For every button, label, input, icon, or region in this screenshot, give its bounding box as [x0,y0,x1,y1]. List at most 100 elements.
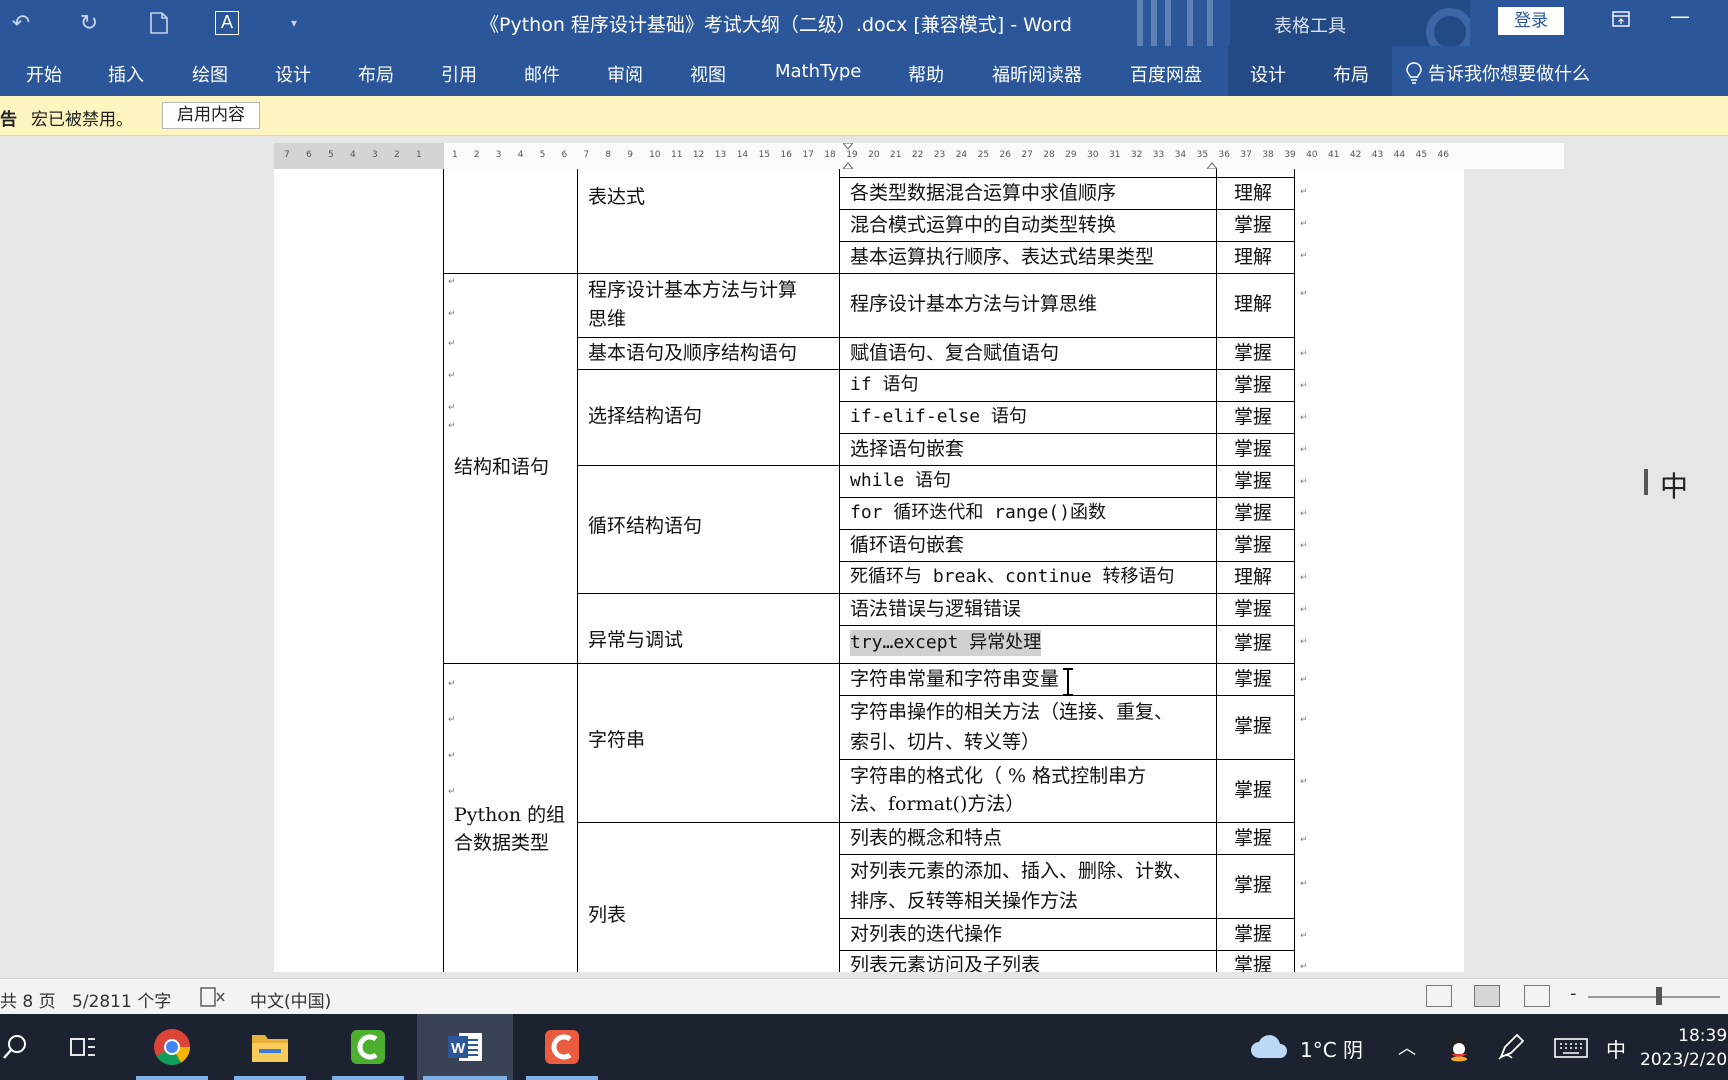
zoom-slider-thumb[interactable] [1656,987,1662,1005]
task-view-icon[interactable] [66,1014,100,1080]
item-cell[interactable]: 语法错误与逻辑错误 [850,596,1021,622]
level-cell[interactable]: 掌握 [1234,340,1272,366]
item-cell[interactable]: 混合模式运算中的自动类型转换 [850,212,1116,238]
zoom-out-icon[interactable]: - [1570,983,1577,1004]
item-cell[interactable]: 排序、反转等相关操作方法 [850,888,1078,914]
chrome-taskbar-icon[interactable] [130,1014,214,1080]
item-cell[interactable]: 列表元素访问及子列表 [850,952,1040,972]
tab-view[interactable]: 视图 [690,61,726,87]
tab-mathtype[interactable]: MathType [775,61,861,82]
ime-floating-indicator[interactable]: 中 [1644,465,1688,505]
tab-insert[interactable]: 插入 [108,61,144,87]
item-cell[interactable]: 对列表的迭代操作 [850,921,1002,947]
print-layout-icon[interactable] [1474,985,1500,1007]
level-cell[interactable]: 掌握 [1234,212,1272,238]
tab-draw[interactable]: 绘图 [192,61,228,87]
login-button[interactable]: 登录 [1498,7,1564,35]
category-cell[interactable]: 列表 [588,902,626,928]
zoom-slider-track[interactable] [1588,996,1720,998]
tab-mailings[interactable]: 邮件 [524,61,560,87]
level-cell[interactable]: 掌握 [1234,372,1272,398]
item-cell[interactable]: if-elif-else 语句 [850,404,1027,430]
item-cell[interactable]: 字符串常量和字符串变量 [850,666,1059,692]
level-cell[interactable]: 掌握 [1234,468,1272,494]
level-cell[interactable]: 理解 [1234,564,1272,590]
word-count[interactable]: 5/2811 个字 [72,987,171,1012]
weather-cloud-icon[interactable] [1250,1034,1288,1064]
weather-label[interactable]: 1°C 阴 [1300,1034,1363,1063]
item-cell[interactable]: if 语句 [850,372,919,398]
tab-baidu-netdisk[interactable]: 百度网盘 [1130,61,1202,87]
level-cell[interactable]: 掌握 [1234,532,1272,558]
level-cell[interactable]: 掌握 [1234,825,1272,851]
item-cell[interactable]: 字符串操作的相关方法（连接、重复、 [850,699,1173,725]
category-cell[interactable]: 异常与调试 [588,627,683,653]
horizontal-ruler[interactable]: 7 6 5 4 3 2 1 1 2 3 4 5 6 7 8 9 10 11 12 13 14 15 16 17 18 19 20 21… [274,142,1564,170]
level-cell[interactable]: 掌握 [1234,713,1272,739]
group-cell[interactable]: Python 的组 [454,802,565,828]
page-count[interactable]: 共 8 页 [0,987,56,1012]
new-document-icon[interactable] [144,8,174,38]
level-cell[interactable]: 掌握 [1234,872,1272,898]
language-indicator[interactable]: 中文(中国) [250,987,331,1012]
category-cell[interactable]: 表达式 [588,184,645,210]
item-cell[interactable]: 死循环与 break、continue 转移语句 [850,564,1175,590]
tab-home[interactable]: 开始 [26,61,62,87]
item-cell[interactable]: 各类型数据混合运算中求值顺序 [850,180,1116,206]
camtasia-taskbar-icon[interactable] [326,1014,410,1080]
redo-icon[interactable]: ↻ [74,8,104,38]
category-cell[interactable]: 基本语句及顺序结构语句 [588,340,797,366]
web-layout-icon[interactable] [1524,985,1550,1007]
item-cell[interactable]: 对列表元素的添加、插入、删除、计数、 [850,858,1192,884]
level-cell[interactable]: 理解 [1234,244,1272,270]
read-mode-icon[interactable] [1426,985,1452,1007]
level-cell[interactable]: 掌握 [1234,777,1272,803]
item-cell[interactable]: 列表的概念和特点 [850,825,1002,851]
search-icon[interactable] [0,1014,30,1080]
tab-references[interactable]: 引用 [441,61,477,87]
item-cell[interactable]: 基本运算执行顺序、表达式结果类型 [850,244,1154,270]
proofing-icon[interactable] [200,987,226,1011]
right-indent-marker-icon[interactable] [1205,143,1219,170]
group-cell[interactable]: 合数据类型 [454,830,549,856]
qq-tray-icon[interactable] [1445,1032,1473,1066]
item-cell[interactable]: 循环语句嵌套 [850,532,964,558]
level-cell[interactable]: 掌握 [1234,596,1272,622]
minimize-icon[interactable]: — [1670,4,1690,28]
item-cell[interactable]: while 语句 [850,468,951,494]
category-cell[interactable]: 思维 [588,306,626,332]
undo-icon[interactable]: ↶ [6,8,36,38]
tab-layout[interactable]: 布局 [358,61,394,87]
item-cell[interactable]: 程序设计基本方法与计算思维 [850,291,1097,317]
tab-table-design[interactable]: 设计 [1250,61,1286,87]
level-cell[interactable]: 理解 [1234,291,1272,317]
level-cell[interactable]: 掌握 [1234,630,1272,656]
system-clock[interactable]: 18:39 2023/2/20 [1640,1024,1727,1072]
ime-tray-indicator[interactable]: 中 [1606,1034,1626,1063]
level-cell[interactable]: 掌握 [1234,500,1272,526]
touch-keyboard-icon[interactable] [1554,1038,1588,1062]
level-cell[interactable]: 掌握 [1234,921,1272,947]
level-cell[interactable]: 理解 [1234,180,1272,206]
item-cell[interactable]: 字符串的格式化（ % 格式控制串方 [850,763,1146,789]
category-cell[interactable]: 循环结构语句 [588,513,702,539]
category-cell[interactable]: 程序设计基本方法与计算 [588,277,797,303]
item-cell[interactable]: for 循环迭代和 range()函数 [850,500,1106,526]
level-cell[interactable]: 掌握 [1234,952,1272,972]
item-cell-selected[interactable]: try…except 异常处理 [850,630,1042,656]
enable-content-button[interactable]: 启用内容 [162,102,260,129]
tab-review[interactable]: 审阅 [607,61,643,87]
pen-icon[interactable] [1498,1033,1525,1064]
camtasia-recorder-taskbar-icon[interactable] [520,1014,604,1080]
group-cell[interactable]: 结构和语句 [454,454,549,480]
font-style-icon[interactable]: A [214,8,240,38]
item-cell[interactable]: 选择语句嵌套 [850,436,964,462]
customize-qat-icon[interactable]: ▾ [286,8,302,38]
show-hidden-icons-icon[interactable]: ︿ [1398,1034,1416,1060]
item-cell[interactable]: 索引、切片、转义等） [850,729,1040,755]
file-explorer-taskbar-icon[interactable] [228,1014,312,1080]
tab-foxit-reader[interactable]: 福昕阅读器 [992,61,1082,87]
tell-me-search[interactable]: 告诉我你想要做什么 [1406,60,1590,86]
ribbon-display-options-icon[interactable] [1612,8,1630,32]
level-cell[interactable]: 掌握 [1234,404,1272,430]
